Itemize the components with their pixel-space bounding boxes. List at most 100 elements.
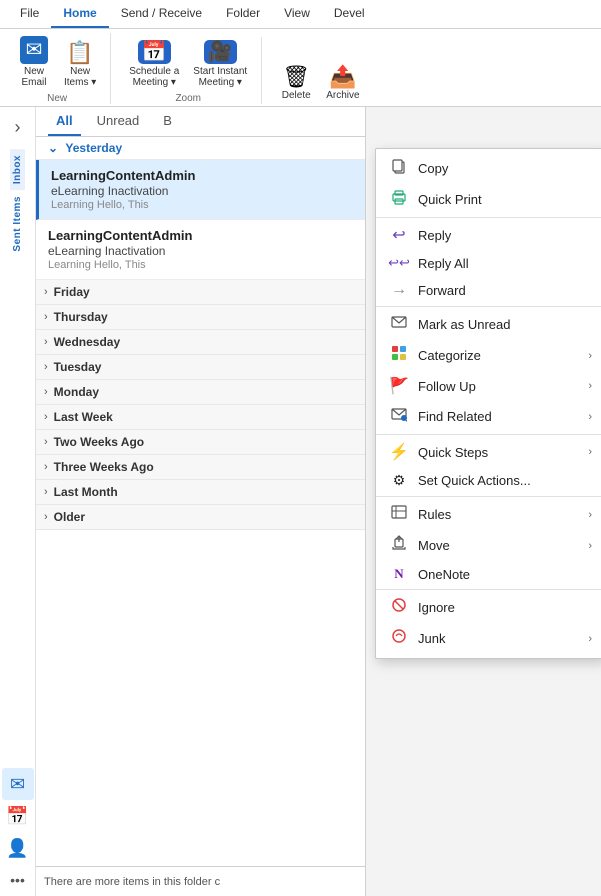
nav-people-icon[interactable]: 👤 bbox=[2, 832, 34, 864]
arrow-monday: › bbox=[44, 386, 48, 398]
label-monday: Monday bbox=[54, 385, 99, 399]
menu-item-reply-all[interactable]: ↩↩ Reply All bbox=[376, 250, 601, 276]
ribbon-tab-bar: File Home Send / Receive Folder View Dev… bbox=[0, 0, 601, 29]
ribbon-zoom-buttons: 📅 Schedule aMeeting ▾ 🎥 Start InstantMee… bbox=[123, 37, 253, 91]
day-group-friday[interactable]: › Friday bbox=[36, 280, 365, 305]
new-email-icon: ✉ bbox=[20, 36, 49, 64]
arrow-tuesday: › bbox=[44, 361, 48, 373]
tab-unread[interactable]: Unread bbox=[89, 107, 148, 136]
tab-view[interactable]: View bbox=[272, 0, 322, 28]
menu-item-rules[interactable]: Rules › bbox=[376, 499, 601, 530]
label-last-week: Last Week bbox=[54, 410, 113, 424]
tab-home[interactable]: Home bbox=[51, 0, 108, 28]
bottom-bar-text: There are more items in this folder c bbox=[44, 876, 220, 888]
archive-button[interactable]: 📤 Archive bbox=[320, 63, 365, 104]
find-related-icon bbox=[388, 406, 410, 427]
menu-item-forward[interactable]: → Forward bbox=[376, 276, 601, 304]
folder-labels: Inbox Sent Items bbox=[10, 149, 25, 258]
menu-divider-5 bbox=[376, 589, 601, 590]
email-list: ⌄ Yesterday LearningContentAdmin eLearni… bbox=[36, 137, 365, 866]
quick-steps-arrow: › bbox=[588, 446, 592, 458]
menu-item-mark-unread[interactable]: Mark as Unread bbox=[376, 309, 601, 340]
inbox-folder-label[interactable]: Inbox bbox=[10, 149, 25, 190]
rules-arrow: › bbox=[588, 509, 592, 521]
quick-steps-icon: ⚡ bbox=[388, 442, 410, 462]
new-email-label: NewEmail bbox=[21, 66, 46, 88]
nav-expand[interactable]: › bbox=[2, 111, 34, 143]
tab-b[interactable]: B bbox=[155, 107, 180, 136]
menu-item-quick-print[interactable]: Quick Print bbox=[376, 184, 601, 215]
quick-print-label: Quick Print bbox=[418, 192, 592, 207]
ribbon-group-actions: 🗑 Delete 📤 Archive bbox=[270, 63, 373, 104]
find-related-label: Find Related bbox=[418, 409, 584, 424]
find-related-arrow: › bbox=[588, 411, 592, 423]
delete-button[interactable]: 🗑 Delete bbox=[274, 63, 318, 104]
tab-send-receive[interactable]: Send / Receive bbox=[109, 0, 214, 28]
ribbon-buttons: ✉ NewEmail 📋 NewItems ▾ New 📅 Schedule a… bbox=[0, 29, 601, 106]
day-group-wednesday[interactable]: › Wednesday bbox=[36, 330, 365, 355]
day-group-two-weeks-ago[interactable]: › Two Weeks Ago bbox=[36, 430, 365, 455]
move-arrow: › bbox=[588, 540, 592, 552]
menu-item-copy[interactable]: Copy bbox=[376, 153, 601, 184]
context-menu: Copy Quick Print ↩ Reply ↩↩ Reply All → … bbox=[375, 148, 601, 659]
ignore-label: Ignore bbox=[418, 600, 592, 615]
menu-item-follow-up[interactable]: 🚩 Follow Up › bbox=[376, 371, 601, 401]
new-email-button[interactable]: ✉ NewEmail bbox=[12, 33, 56, 91]
tab-devel[interactable]: Devel bbox=[322, 0, 377, 28]
sent-items-folder-label[interactable]: Sent Items bbox=[10, 190, 25, 258]
schedule-meeting-icon: 📅 bbox=[138, 40, 171, 64]
menu-item-find-related[interactable]: Find Related › bbox=[376, 401, 601, 432]
nav-bottom-icons: ✉ 📅 👤 ••• bbox=[2, 768, 34, 896]
day-group-last-month[interactable]: › Last Month bbox=[36, 480, 365, 505]
instant-meeting-icon: 🎥 bbox=[204, 40, 237, 64]
menu-item-set-quick-actions[interactable]: ⚙ Set Quick Actions... bbox=[376, 467, 601, 494]
arrow-wednesday: › bbox=[44, 336, 48, 348]
new-items-label: NewItems ▾ bbox=[64, 66, 96, 88]
menu-item-reply[interactable]: ↩ Reply bbox=[376, 220, 601, 250]
email-sender-1: LearningContentAdmin bbox=[51, 168, 353, 183]
menu-item-onenote[interactable]: N OneNote bbox=[376, 561, 601, 587]
nav-calendar-icon[interactable]: 📅 bbox=[2, 800, 34, 832]
day-group-tuesday[interactable]: › Tuesday bbox=[36, 355, 365, 380]
arrow-three-weeks-ago: › bbox=[44, 461, 48, 473]
delete-label: Delete bbox=[282, 90, 311, 101]
day-group-older[interactable]: › Older bbox=[36, 505, 365, 530]
nav-more-icon[interactable]: ••• bbox=[2, 864, 34, 896]
menu-divider-2 bbox=[376, 306, 601, 307]
nav-mail-icon[interactable]: ✉ bbox=[2, 768, 34, 800]
categorize-icon bbox=[388, 345, 410, 366]
new-items-button[interactable]: 📋 NewItems ▾ bbox=[58, 39, 102, 91]
email-subject-1: eLearning Inactivation bbox=[51, 184, 353, 198]
menu-item-quick-steps[interactable]: ⚡ Quick Steps › bbox=[376, 437, 601, 467]
reply-all-label: Reply All bbox=[418, 256, 592, 271]
tab-folder[interactable]: Folder bbox=[214, 0, 272, 28]
reply-all-icon: ↩↩ bbox=[388, 255, 410, 271]
instant-meeting-button[interactable]: 🎥 Start InstantMeeting ▾ bbox=[187, 37, 253, 91]
email-item-2[interactable]: LearningContentAdmin eLearning Inactivat… bbox=[36, 220, 365, 280]
tab-all[interactable]: All bbox=[48, 107, 81, 136]
schedule-meeting-button[interactable]: 📅 Schedule aMeeting ▾ bbox=[123, 37, 185, 91]
rules-icon bbox=[388, 504, 410, 525]
menu-item-categorize[interactable]: Categorize › bbox=[376, 340, 601, 371]
day-group-thursday[interactable]: › Thursday bbox=[36, 305, 365, 330]
archive-label: Archive bbox=[326, 90, 359, 101]
day-group-last-week[interactable]: › Last Week bbox=[36, 405, 365, 430]
day-group-three-weeks-ago[interactable]: › Three Weeks Ago bbox=[36, 455, 365, 480]
menu-item-move[interactable]: Move › bbox=[376, 530, 601, 561]
tab-file[interactable]: File bbox=[8, 0, 51, 28]
follow-up-icon: 🚩 bbox=[388, 376, 410, 396]
yesterday-label-text: Yesterday bbox=[65, 141, 122, 155]
label-older: Older bbox=[54, 510, 85, 524]
menu-item-junk[interactable]: Junk › bbox=[376, 623, 601, 654]
email-item-1[interactable]: LearningContentAdmin eLearning Inactivat… bbox=[36, 160, 365, 220]
yesterday-collapse-icon[interactable]: ⌄ bbox=[48, 141, 58, 155]
arrow-last-week: › bbox=[44, 411, 48, 423]
ribbon-group-new-label: New bbox=[47, 93, 67, 104]
email-preview-1: Learning Hello, This bbox=[51, 199, 353, 211]
menu-item-ignore[interactable]: Ignore bbox=[376, 592, 601, 623]
label-wednesday: Wednesday bbox=[54, 335, 120, 349]
label-tuesday: Tuesday bbox=[54, 360, 102, 374]
left-nav: › Inbox Sent Items ✉ 📅 👤 ••• bbox=[0, 107, 36, 896]
day-group-monday[interactable]: › Monday bbox=[36, 380, 365, 405]
schedule-meeting-label: Schedule aMeeting ▾ bbox=[129, 66, 179, 88]
